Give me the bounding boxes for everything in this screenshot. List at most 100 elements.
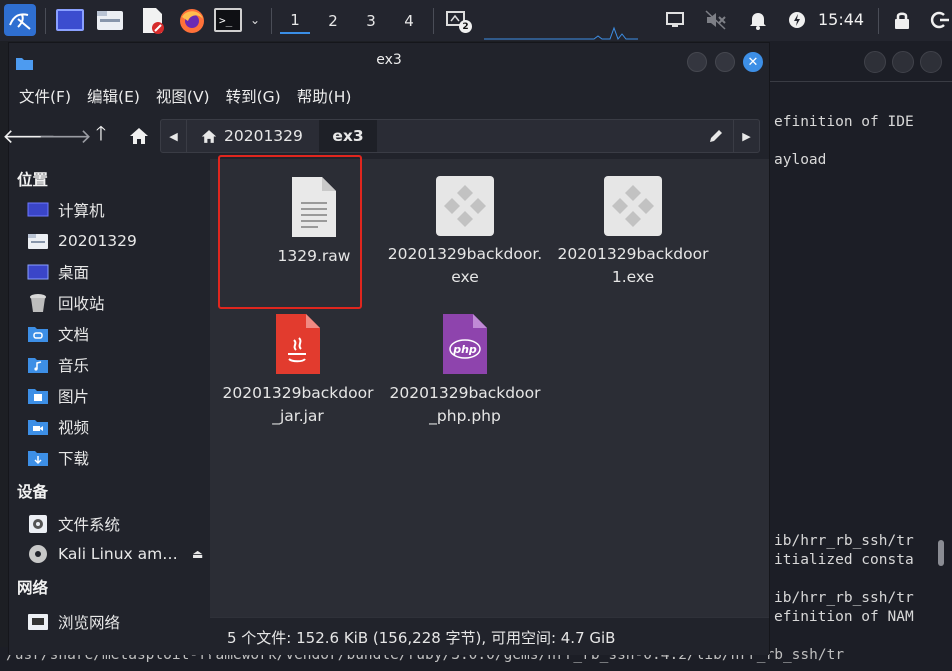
status-text: 5 个文件: 152.6 KiB (156,228 字节), 可用空间: 4.7… — [227, 629, 616, 647]
music-folder-icon — [27, 355, 49, 375]
sidebar-item-label: 文件系统 — [58, 516, 121, 534]
close-icon: ✕ — [747, 54, 759, 70]
terminal-scrollbar[interactable] — [938, 540, 944, 566]
terminal-icon[interactable]: >_ — [214, 8, 242, 32]
sidebar-item-home[interactable]: 20201329 — [27, 228, 207, 254]
mute-icon[interactable] — [705, 10, 727, 30]
taskbar-separator — [271, 8, 272, 34]
minimize-button[interactable] — [687, 52, 707, 72]
terminal-window[interactable]: efinition of IDE ayload ib/hrr_rb_ssh/tr… — [768, 41, 952, 671]
home-folder-icon — [27, 231, 49, 251]
clock: 15:44 — [818, 10, 865, 29]
maximize-button[interactable] — [715, 52, 735, 72]
desktop-folder-icon — [27, 262, 49, 282]
file-name-extension: _php.php — [429, 407, 501, 425]
menu-edit[interactable]: 编辑(E) — [85, 85, 142, 107]
forward-button[interactable]: 🡒 — [38, 123, 92, 149]
breadcrumb-current[interactable]: ex3 — [319, 120, 377, 152]
terminal-button[interactable] — [892, 51, 914, 73]
sidebar-item-trash[interactable]: 回收站 — [27, 290, 207, 316]
terminal-button[interactable] — [864, 51, 886, 73]
file-item[interactable]: php 20201329backdoor _php.php — [381, 312, 549, 428]
file-item[interactable]: 20201329backdoor. exe — [381, 175, 549, 289]
power-icon[interactable] — [787, 10, 807, 30]
breadcrumb: ◀ 20201329 ex3 ▶ — [160, 119, 760, 153]
taskbar: >_ ⌄ 1 2 3 4 2 15:44 — [0, 0, 952, 41]
edit-path-button[interactable] — [701, 120, 731, 152]
sidebar-item-network[interactable]: 浏览网络 — [27, 609, 207, 635]
sidebar-item-label: 音乐 — [58, 357, 90, 375]
sidebar-section-network: 网络 — [17, 579, 49, 597]
notification-badge: 2 — [459, 20, 472, 33]
close-button[interactable]: ✕ — [743, 52, 763, 72]
chevron-left-icon: ◀ — [169, 129, 178, 143]
menu-bar: 文件(F) 编辑(E) 视图(V) 转到(G) 帮助(H) — [9, 81, 769, 111]
file-manager-icon[interactable] — [96, 8, 124, 32]
firefox-icon[interactable] — [178, 7, 206, 35]
sidebar-item-label: 浏览网络 — [58, 614, 121, 632]
sidebar-item-pictures[interactable]: 图片 — [27, 383, 207, 409]
exe-file-icon — [604, 176, 662, 236]
file-manager-window: ex3 ✕ 文件(F) 编辑(E) 视图(V) 转到(G) 帮助(H) 🡐 🡒 … — [2, 42, 770, 655]
network-icon — [27, 612, 49, 632]
window-title: ex3 — [376, 52, 402, 68]
display-icon[interactable] — [665, 11, 685, 29]
file-name: 20201329backdoor — [222, 384, 374, 402]
sidebar-item-music[interactable]: 音乐 — [27, 352, 207, 378]
workspace-1[interactable]: 1 — [280, 8, 310, 34]
computer-icon — [27, 200, 49, 220]
logout-icon[interactable] — [930, 10, 950, 30]
menu-go[interactable]: 转到(G) — [224, 85, 283, 107]
menu-file[interactable]: 文件(F) — [17, 85, 73, 107]
sidebar: 位置 计算机 20201329 桌面 回收站 文档 音乐 图片 视频 下载 设备… — [9, 159, 209, 655]
text-editor-icon[interactable] — [140, 7, 166, 35]
kali-menu-icon[interactable] — [4, 4, 36, 36]
workspace-2[interactable]: 2 — [318, 8, 348, 34]
up-button[interactable]: 🡑 — [88, 121, 114, 149]
lock-icon[interactable] — [893, 10, 911, 30]
sidebar-item-filesystem[interactable]: 文件系统 — [27, 511, 207, 537]
menu-help[interactable]: 帮助(H) — [295, 85, 354, 107]
sidebar-item-downloads[interactable]: 下载 — [27, 445, 207, 471]
php-file-icon: php — [443, 314, 487, 374]
home-icon — [201, 129, 217, 143]
terminal-line: ib/hrr_rb_ssh/tr — [774, 533, 914, 549]
file-name-extension: exe — [451, 268, 479, 286]
sidebar-item-label: 文档 — [58, 326, 90, 344]
sidebar-item-documents[interactable]: 文档 — [27, 321, 207, 347]
sidebar-item-disc[interactable]: Kali Linux am… ⏏ — [27, 541, 207, 567]
breadcrumb-left-button[interactable]: ◀ — [161, 120, 187, 152]
taskbar-separator — [878, 8, 879, 34]
sidebar-item-label: 回收站 — [58, 295, 105, 313]
sidebar-item-label: 桌面 — [58, 264, 90, 282]
documents-folder-icon — [27, 324, 49, 344]
workspace-3[interactable]: 3 — [356, 8, 386, 34]
menu-view[interactable]: 视图(V) — [154, 85, 212, 107]
chevron-down-icon[interactable]: ⌄ — [248, 12, 262, 28]
filesystem-icon — [27, 514, 49, 534]
title-bar[interactable]: ex3 ✕ — [9, 43, 769, 79]
taskbar-separator — [45, 8, 46, 34]
pencil-icon — [710, 130, 722, 142]
sidebar-item-desktop[interactable]: 桌面 — [27, 259, 207, 285]
breadcrumb-right-button[interactable]: ▶ — [733, 120, 759, 152]
arrow-right-icon: 🡒 — [38, 124, 92, 148]
terminal-button[interactable] — [920, 51, 942, 73]
bell-icon[interactable] — [748, 10, 768, 30]
chevron-right-icon: ▶ — [742, 129, 751, 143]
sidebar-item-computer[interactable]: 计算机 — [27, 197, 207, 223]
file-name: 20201329backdoor — [389, 384, 541, 402]
breadcrumb-home[interactable]: 20201329 — [189, 120, 317, 152]
desktop-icon[interactable] — [56, 9, 84, 31]
file-name: 20201329backdoor. — [387, 245, 543, 263]
downloads-folder-icon — [27, 448, 49, 468]
sidebar-item-videos[interactable]: 视频 — [27, 414, 207, 440]
file-item[interactable]: 20201329backdoor 1.exe — [549, 175, 717, 289]
file-name-extension: _jar.jar — [272, 407, 324, 425]
terminal-divider — [768, 81, 952, 82]
home-button[interactable] — [126, 123, 152, 149]
sidebar-item-label: 图片 — [58, 388, 90, 406]
file-item[interactable]: 20201329backdoor _jar.jar — [214, 312, 382, 428]
workspace-4[interactable]: 4 — [394, 8, 424, 34]
eject-icon[interactable]: ⏏ — [192, 547, 203, 561]
